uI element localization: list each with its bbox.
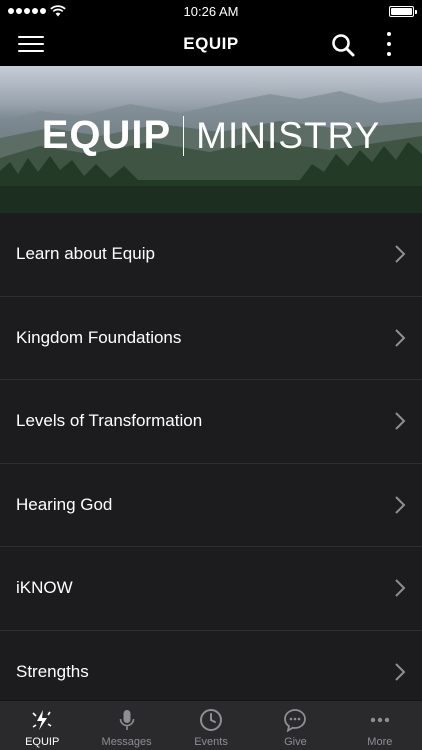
tab-label: Events — [194, 736, 228, 748]
list-item-kingdom-foundations[interactable]: Kingdom Foundations — [0, 296, 422, 380]
cell-signal-icon — [8, 8, 46, 14]
menu-icon-line — [18, 50, 44, 52]
tab-label: Give — [284, 736, 307, 748]
equip-icon — [32, 710, 52, 730]
menu-icon-line — [18, 36, 44, 38]
chevron-right-icon — [395, 245, 406, 263]
tab-label: More — [367, 736, 393, 748]
tab-events[interactable]: Events — [169, 701, 253, 750]
tab-messages[interactable]: Messages — [84, 701, 168, 750]
page-title: EQUIP — [183, 34, 239, 53]
battery-icon — [389, 5, 417, 17]
list-item-label: Kingdom Foundations — [16, 327, 182, 347]
chevron-right-icon — [395, 663, 406, 681]
nav-bar: EQUIP — [0, 22, 422, 66]
banner-logo: EQUIP MINISTRY — [0, 113, 422, 158]
menu-icon-line — [18, 43, 44, 45]
clock-icon — [200, 709, 223, 731]
list-item-levels-of-transformation[interactable]: Levels of Transformation — [0, 380, 422, 464]
chevron-right-icon — [395, 496, 406, 514]
wifi-icon — [50, 5, 66, 17]
tab-equip[interactable]: EQUIP — [0, 701, 84, 750]
list-item-label: Hearing God — [16, 494, 113, 514]
tab-label: EQUIP — [25, 736, 60, 748]
banner-divider — [183, 115, 185, 156]
search-icon[interactable] — [330, 32, 356, 58]
banner-title-ministry: MINISTRY — [196, 114, 381, 156]
banner-title-equip: EQUIP — [41, 113, 172, 157]
tab-label: Messages — [101, 736, 152, 748]
tab-bar: EQUIP Messages Events Give More — [0, 700, 422, 750]
hamburger-menu-button[interactable] — [16, 32, 46, 56]
more-dots-icon — [370, 717, 390, 723]
hero-banner: EQUIP MINISTRY — [0, 66, 422, 213]
status-bar: 10:26 AM — [0, 0, 422, 22]
list-item-hearing-god[interactable]: Hearing God — [0, 463, 422, 547]
chevron-right-icon — [395, 412, 406, 430]
chat-bubble-icon — [284, 709, 307, 733]
list-item-label: iKNOW — [16, 578, 73, 598]
list-item-label: Learn about Equip — [16, 244, 155, 264]
tab-more[interactable]: More — [338, 701, 422, 750]
list-item-learn-about-equip[interactable]: Learn about Equip — [0, 213, 422, 297]
chevron-right-icon — [395, 579, 406, 597]
list-item-label: Levels of Transformation — [16, 411, 203, 431]
chevron-right-icon — [395, 329, 406, 347]
overflow-menu-button[interactable] — [378, 30, 400, 58]
list-item-iknow[interactable]: iKNOW — [0, 547, 422, 631]
list-item-label: Strengths — [16, 661, 89, 681]
microphone-icon — [119, 710, 134, 730]
course-list: Learn about Equip Kingdom Foundations Le… — [0, 213, 422, 714]
signal-wifi-group — [8, 5, 66, 17]
tab-give[interactable]: Give — [253, 701, 337, 750]
